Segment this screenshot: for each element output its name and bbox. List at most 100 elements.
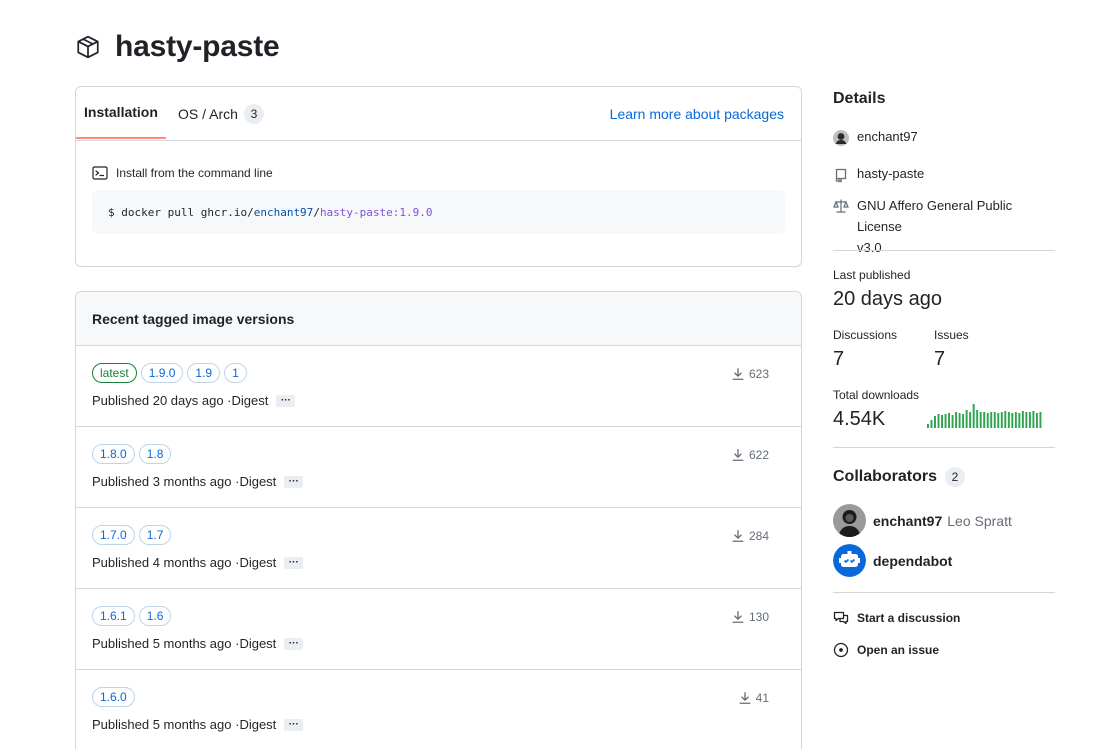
collaborator-login: dependabot [873, 552, 953, 569]
digest-label: Digest [239, 474, 277, 489]
version-tag[interactable]: 1.6.0 [92, 687, 135, 707]
versions-panel: Recent tagged image versions latest 1.9.… [75, 291, 802, 749]
sparkline-bar [1032, 411, 1035, 428]
sparkline-bar [1000, 412, 1003, 428]
digest-label: Digest [239, 555, 277, 570]
version-tag[interactable]: 1.7 [138, 525, 172, 545]
downloads-sparkline [927, 404, 1042, 428]
version-row: 1.6.1 1.6 Published 5 months ago · Diges… [76, 589, 801, 670]
total-downloads-value: 4.54K [833, 408, 886, 430]
learn-more-link[interactable]: Learn more about packages [610, 106, 784, 122]
version-row: latest 1.9.0 1.9 1 Published 20 days ago… [76, 346, 801, 427]
digest-expand-button[interactable]: ··· [284, 475, 304, 488]
version-tag[interactable]: 1.8.0 [92, 444, 135, 464]
version-tag[interactable]: 1.9 [187, 363, 221, 383]
start-discussion-label: Start a discussion [857, 611, 961, 625]
download-icon [731, 529, 745, 543]
package-icon [75, 34, 101, 60]
sparkline-bar [927, 424, 929, 428]
version-downloads: 130 [731, 610, 769, 624]
os-arch-counter: 3 [243, 103, 264, 124]
version-tag[interactable]: 1.7.0 [92, 525, 135, 545]
repo-name: hasty-paste [857, 166, 925, 181]
package-header: hasty-paste [75, 30, 280, 64]
law-icon [833, 198, 849, 214]
sparkline-bar [1028, 412, 1031, 428]
tab-os-arch[interactable]: OS / Arch 3 [178, 87, 264, 140]
versions-title: Recent tagged image versions [76, 292, 801, 346]
version-tag[interactable]: 1.9.0 [140, 363, 184, 383]
published-text: Published 20 days ago · [92, 393, 232, 408]
published-info: Published 3 months ago · Digest ··· [92, 474, 304, 489]
collaborator-item[interactable]: dependabot [833, 544, 952, 577]
command-owner: enchant97 [253, 205, 314, 219]
sparkline-bar [1014, 412, 1017, 428]
tab-installation-label: Installation [84, 104, 158, 120]
sparkline-bar [951, 415, 954, 428]
issue-opened-icon [833, 642, 849, 658]
version-tags: 1.6.1 1.6 [92, 606, 172, 626]
published-text: Published 3 months ago · [92, 474, 240, 489]
sparkline-bar [979, 412, 982, 428]
total-downloads-label: Total downloads [833, 388, 920, 402]
version-tag-latest[interactable]: latest [92, 363, 137, 383]
terminal-icon [92, 165, 108, 181]
license-line1: GNU Affero General Public License [857, 198, 1013, 234]
version-downloads: 41 [738, 691, 769, 705]
discussions-label: Discussions [833, 328, 898, 342]
last-published-value: 20 days ago [833, 288, 942, 310]
sparkline-bar [983, 412, 986, 428]
download-count: 284 [748, 529, 769, 543]
sparkline-bar [1021, 411, 1024, 428]
sparkline-bar [941, 415, 943, 428]
owner-name: enchant97 [857, 129, 918, 144]
published-info: Published 5 months ago · Digest ··· [92, 636, 304, 651]
digest-label: Digest [239, 717, 277, 732]
sparkline-bar [969, 412, 972, 428]
digest-expand-button[interactable]: ··· [284, 637, 304, 650]
sparkline-bar [993, 412, 996, 428]
package-title: hasty-paste [115, 30, 280, 63]
details-title: Details [833, 90, 886, 107]
version-tag[interactable]: 1.6.1 [92, 606, 135, 626]
sparkline-bar [965, 410, 968, 428]
version-tag[interactable]: 1.8 [138, 444, 172, 464]
download-count: 130 [748, 610, 769, 624]
version-tag[interactable]: 1 [224, 363, 247, 383]
version-downloads: 623 [731, 367, 769, 381]
digest-expand-button[interactable]: ··· [284, 718, 304, 731]
sparkline-bar [990, 412, 993, 428]
sparkline-bar [934, 416, 936, 428]
version-tags: 1.6.0 [92, 687, 135, 707]
version-tags: latest 1.9.0 1.9 1 [92, 363, 247, 383]
tab-installation[interactable]: Installation [76, 87, 166, 139]
download-icon [738, 691, 752, 705]
digest-expand-button[interactable]: ··· [276, 394, 296, 407]
published-text: Published 4 months ago · [92, 555, 240, 570]
tab-os-arch-label: OS / Arch [178, 105, 238, 122]
repo-link[interactable]: hasty-paste [833, 166, 924, 183]
open-issue-label: Open an issue [857, 643, 940, 657]
install-command-code[interactable]: $ docker pull ghcr.io/enchant97/hasty-pa… [92, 190, 785, 234]
digest-expand-button[interactable]: ··· [284, 556, 304, 569]
start-discussion-link[interactable]: Start a discussion [833, 610, 960, 626]
download-icon [731, 610, 745, 624]
details-sidebar: Details enchant97 hasty-paste GNU Affero… [833, 86, 1055, 686]
install-command-label: Install from the command line [92, 165, 273, 181]
download-icon [731, 448, 745, 462]
license-line2: v3.0 [857, 240, 882, 255]
published-text: Published 5 months ago · [92, 636, 240, 651]
owner-link[interactable]: enchant97 [833, 129, 918, 146]
download-count: 623 [748, 367, 769, 381]
published-text: Published 5 months ago · [92, 717, 240, 732]
collaborator-item[interactable]: enchant97 Leo Spratt [833, 504, 1012, 537]
install-tabs: Installation OS / Arch 3 Learn more abou… [76, 87, 801, 141]
version-tag[interactable]: 1.6 [138, 606, 172, 626]
sparkline-bar [972, 404, 975, 428]
version-row: 1.7.0 1.7 Published 4 months ago · Diges… [76, 508, 801, 589]
issues-value: 7 [934, 348, 946, 370]
package-page: hasty-paste Installation OS / Arch 3 Lea… [0, 0, 1100, 749]
sparkline-bar [1004, 411, 1007, 428]
open-issue-link[interactable]: Open an issue [833, 642, 939, 658]
sparkline-bar [1018, 413, 1021, 428]
